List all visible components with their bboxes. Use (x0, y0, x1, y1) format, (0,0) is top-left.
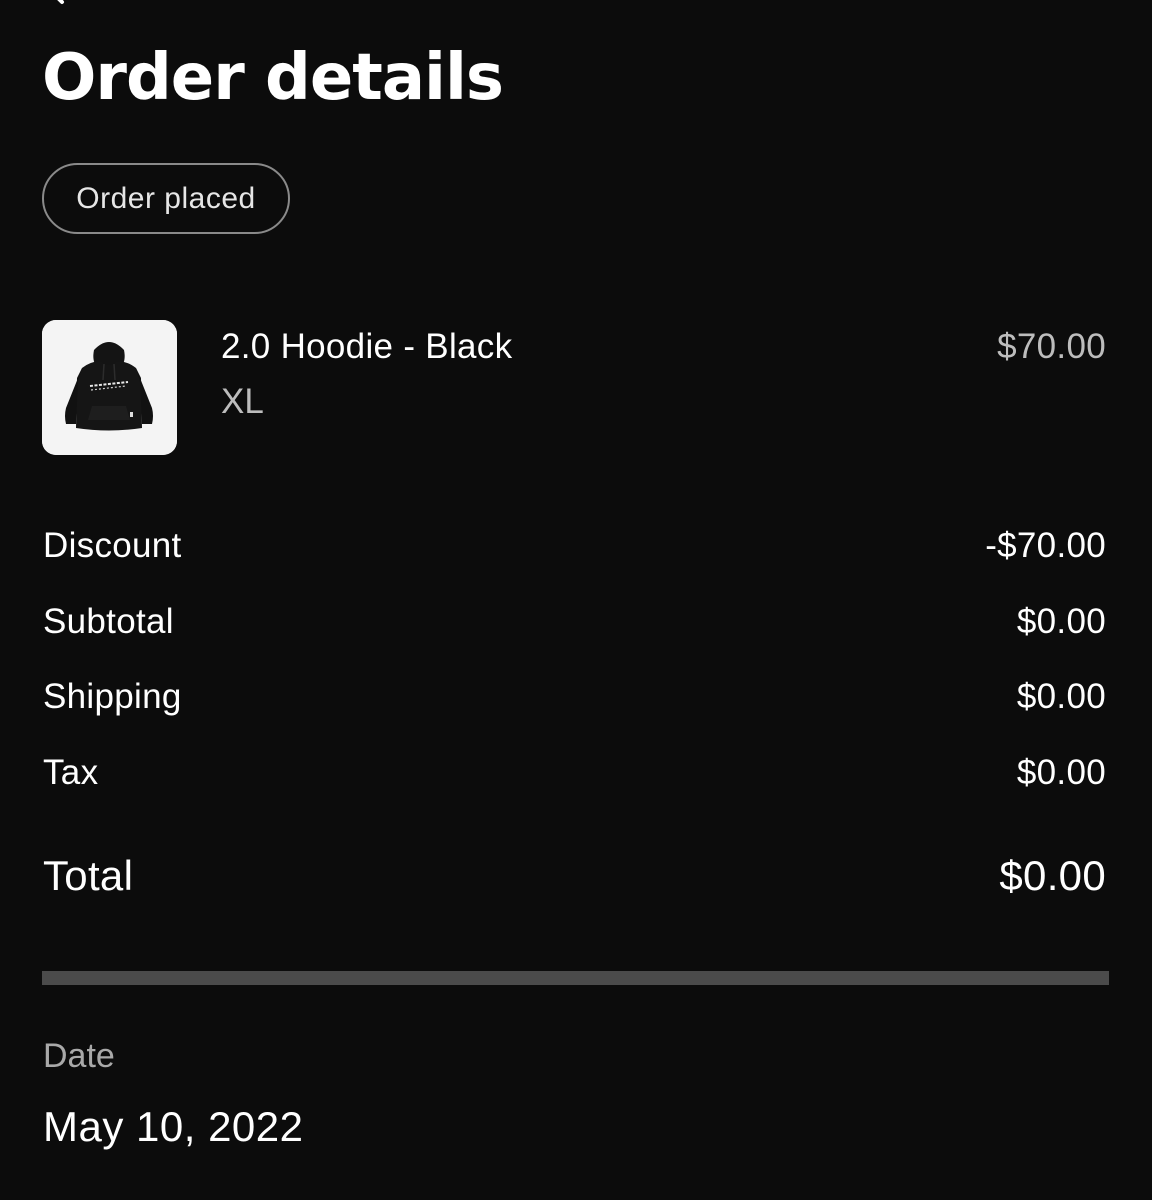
shipping-value: $0.00 (1016, 677, 1106, 716)
shipping-row: Shipping $0.00 (43, 675, 1106, 719)
discount-value: -$70.00 (985, 526, 1106, 565)
discount-row: Discount -$70.00 (43, 524, 1106, 568)
product-price: $70.00 (997, 327, 1106, 366)
product-variant: XL (221, 382, 264, 421)
date-label: Date (43, 1037, 115, 1075)
chevron-left-icon[interactable] (44, 0, 70, 6)
tax-value: $0.00 (1016, 753, 1106, 792)
total-value: $0.00 (999, 852, 1106, 899)
subtotal-value: $0.00 (1016, 602, 1106, 641)
subtotal-row: Subtotal $0.00 (43, 600, 1106, 644)
tax-label: Tax (43, 753, 99, 792)
subtotal-label: Subtotal (43, 602, 174, 641)
status-badge-label: Order placed (76, 181, 256, 215)
tax-row: Tax $0.00 (43, 751, 1106, 795)
total-label: Total (43, 852, 134, 899)
page-title: Order details (42, 41, 504, 115)
hoodie-image (42, 320, 177, 455)
status-badge: Order placed (42, 163, 290, 234)
shipping-label: Shipping (43, 677, 182, 716)
product-name: 2.0 Hoodie - Black (221, 327, 513, 366)
total-row: Total $0.00 (43, 850, 1106, 902)
discount-label: Discount (43, 526, 182, 565)
date-value: May 10, 2022 (43, 1103, 304, 1150)
section-divider (42, 971, 1109, 985)
product-thumbnail[interactable] (42, 320, 177, 455)
